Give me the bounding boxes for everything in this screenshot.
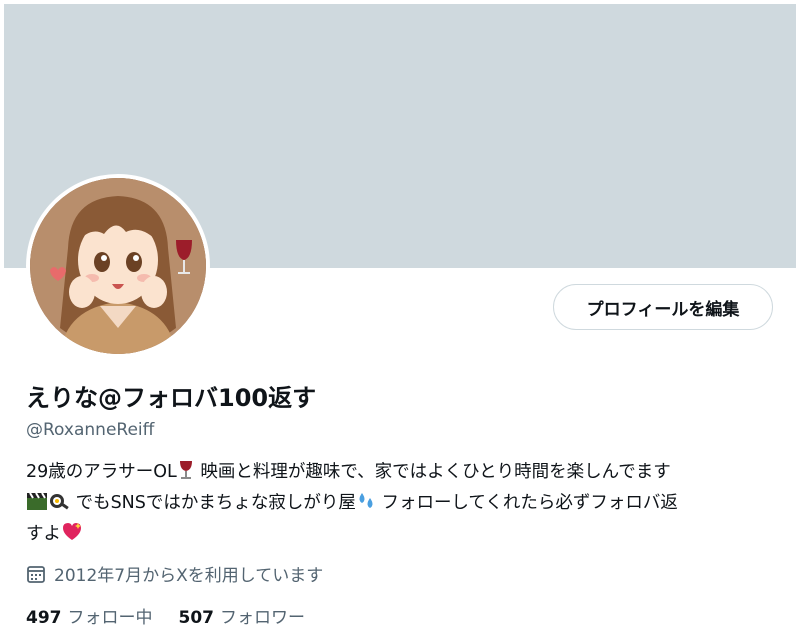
edit-profile-button[interactable]: プロフィールを編集 xyxy=(553,284,773,330)
following-label: フォロー中 xyxy=(67,608,153,628)
following-count: 497 xyxy=(26,608,62,628)
avatar-frame xyxy=(26,174,210,358)
sparkling-heart-icon xyxy=(61,522,83,551)
user-handle: @RoxanneReiff xyxy=(26,420,155,440)
followers-link[interactable]: 507 フォロワー xyxy=(179,603,306,628)
profile-page: プロフィールを編集 えりな@フォロバ100返す @RoxanneReiff 29… xyxy=(0,0,800,638)
follow-stats: 497 フォロー中 507 フォロワー xyxy=(26,603,331,628)
display-name: えりな@フォロバ100返す xyxy=(26,384,317,412)
bio-text-1: 29歳のアラサーOL xyxy=(26,462,177,482)
frying-pan-icon xyxy=(48,491,70,520)
avatar[interactable] xyxy=(30,178,206,354)
clapperboard-icon xyxy=(26,491,48,520)
followers-label: フォロワー xyxy=(220,608,305,628)
bio-text-5: すよ xyxy=(26,524,61,544)
joined-text: 2012年7月からXを利用しています xyxy=(54,566,324,586)
wine-glass-icon xyxy=(177,460,195,489)
calendar-icon xyxy=(26,564,46,584)
followers-count: 507 xyxy=(178,608,215,628)
bio-text-2: 映画と料理が趣味で、家ではよくひとり時間を楽しんでます xyxy=(194,462,671,482)
profile-bio: 29歳のアラサーOL 映画と料理が趣味で、家ではよくひとり時間を楽しんでます で… xyxy=(26,458,778,551)
edit-profile-label: プロフィールを編集 xyxy=(586,299,740,320)
bio-text-4: フォローしてくれたら必ずフォロバ返 xyxy=(375,493,678,513)
following-link[interactable]: 497 フォロー中 xyxy=(26,603,153,628)
sweat-droplets-icon xyxy=(356,491,376,520)
joined-date: 2012年7月からXを利用しています xyxy=(26,561,323,586)
avatar-illustration xyxy=(30,178,206,354)
bio-text-3: でもSNSではかまちょな寂しがり屋 xyxy=(70,493,356,513)
